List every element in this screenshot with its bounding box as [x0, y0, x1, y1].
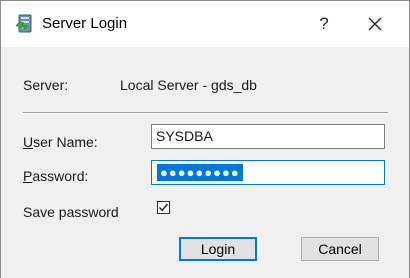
- title-bar[interactable]: Server Login ?: [1, 1, 409, 47]
- checkmark-icon: [158, 203, 169, 212]
- server-login-dialog: Server Login ? Server: Local Server - gd…: [0, 0, 410, 278]
- help-button[interactable]: ?: [307, 10, 341, 38]
- password-masked-value: ●●●●●●●●●: [157, 164, 243, 181]
- login-button[interactable]: Login: [179, 237, 257, 261]
- close-button[interactable]: [358, 10, 392, 38]
- password-input[interactable]: ●●●●●●●●●: [151, 160, 385, 185]
- dialog-body: Server: Local Server - gds_db User Name:…: [1, 47, 409, 278]
- password-label: Password:: [23, 168, 89, 184]
- save-password-checkbox[interactable]: [157, 201, 170, 214]
- username-input[interactable]: SYSDBA: [151, 124, 385, 149]
- save-password-label: Save password: [23, 204, 119, 220]
- server-label: Server:: [23, 77, 69, 93]
- close-icon: [368, 17, 382, 31]
- divider: [23, 112, 388, 114]
- server-app-icon: [15, 14, 35, 34]
- server-value: Local Server - gds_db: [120, 77, 257, 93]
- username-label: User Name:: [23, 134, 98, 150]
- cancel-button[interactable]: Cancel: [301, 237, 379, 261]
- window-title: Server Login: [42, 15, 128, 32]
